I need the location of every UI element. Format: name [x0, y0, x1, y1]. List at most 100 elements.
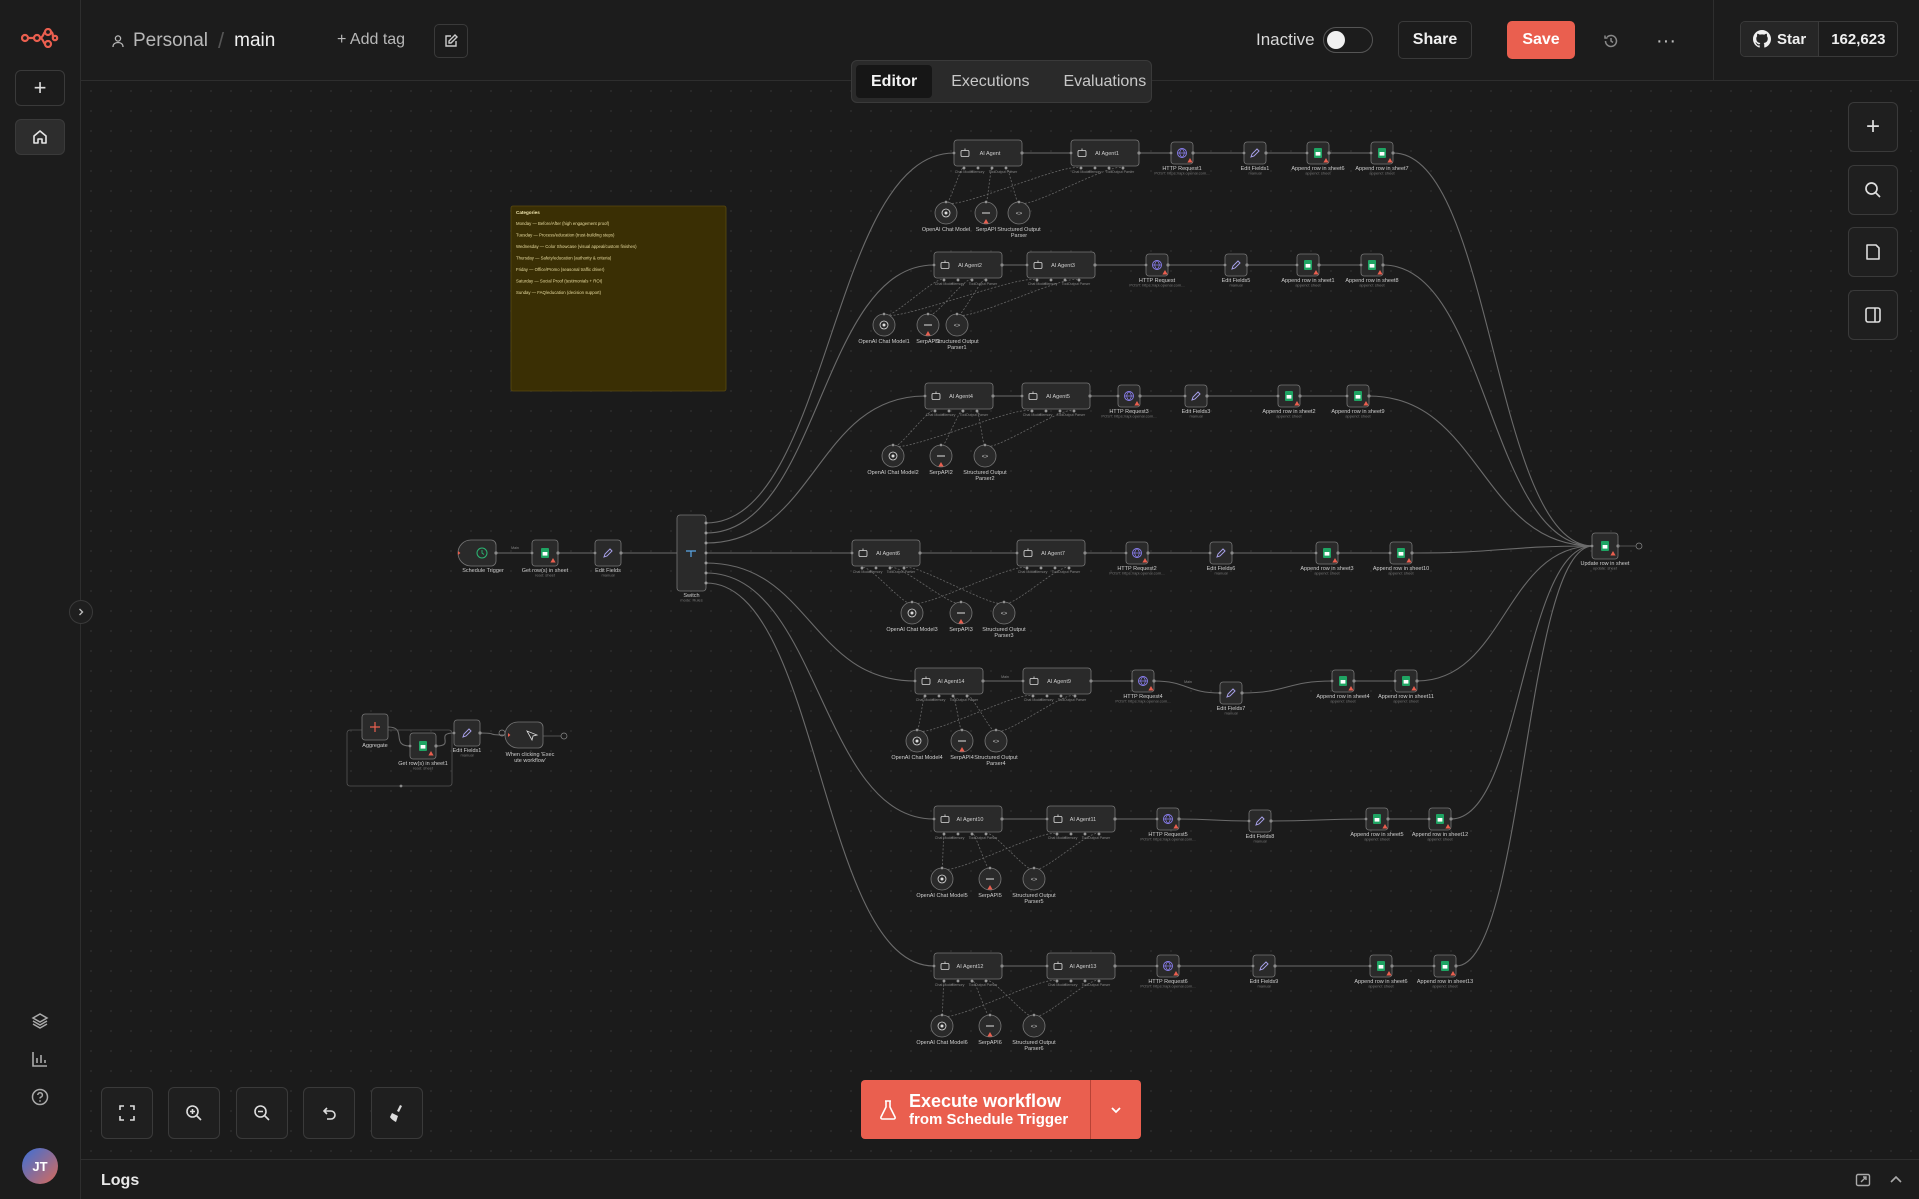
workflow-name[interactable]: main [234, 30, 275, 52]
ai-agent-node[interactable]: AI Agent7Chat ModelMemory Tool Output Pars… [1015, 539, 1087, 574]
output-parser-node[interactable]: <>Structured OutputParser1 [935, 312, 979, 351]
output-handle[interactable] [1415, 679, 1419, 683]
ai-agent-node[interactable]: AI Agent2Chat ModelMemory Tool Output Pars… [932, 251, 1004, 286]
output-handle[interactable] [1000, 263, 1004, 267]
output-handle[interactable] [1138, 394, 1142, 398]
http-request-node[interactable]: HTTP Request6POST: https://api.openai.co… [1140, 954, 1196, 989]
node-box[interactable] [1219, 681, 1243, 705]
input-handle[interactable] [850, 551, 854, 555]
output-handle[interactable] [1449, 817, 1453, 821]
input-handle[interactable] [1116, 394, 1120, 398]
output-handle[interactable] [1317, 263, 1321, 267]
append-row-node[interactable]: Append row in sheet12append: sheet [1412, 807, 1468, 842]
append-row-node[interactable]: Append row in sheet11append: sheet [1378, 669, 1434, 704]
output-handle[interactable] [1245, 263, 1249, 267]
input-handle[interactable] [923, 394, 927, 398]
output-handle[interactable] [1166, 263, 1170, 267]
output-handle[interactable] [1391, 151, 1395, 155]
sticky-note[interactable]: Categories Monday — Before/After (high e… [510, 205, 727, 392]
append-row-node[interactable]: Append row in sheet7append: sheet [1355, 141, 1409, 176]
http-request-node[interactable]: HTTP Request3POST: https://api.openai.co… [1101, 384, 1157, 419]
http-request-node[interactable]: HTTP Request2POST: https://api.openai.co… [1109, 541, 1165, 576]
input-handle[interactable] [932, 817, 936, 821]
home-button[interactable] [15, 119, 65, 155]
node-box[interactable] [1248, 809, 1272, 833]
input-handle[interactable] [1330, 679, 1334, 683]
input-handle[interactable] [452, 731, 456, 735]
switch-output-handle[interactable] [704, 531, 708, 535]
output-parser-node[interactable]: <>Structured OutputParser4 [974, 728, 1018, 767]
output-handle[interactable] [1083, 551, 1087, 555]
switch-output-handle[interactable] [704, 581, 708, 585]
add-sticky-button[interactable] [1848, 227, 1898, 277]
output-handle[interactable] [1327, 151, 1331, 155]
input-handle[interactable] [1021, 679, 1025, 683]
http-request-node[interactable]: HTTP Request5POST: https://api.openai.co… [1140, 807, 1196, 842]
edit-fields-node[interactable]: Edit Fields3manual [1182, 384, 1211, 419]
switch-output-handle[interactable] [704, 521, 708, 525]
output-handle[interactable] [1352, 679, 1356, 683]
output-handle[interactable] [981, 679, 985, 683]
output-handle[interactable] [478, 731, 482, 735]
output-handle[interactable] [1454, 964, 1458, 968]
output-handle[interactable] [619, 551, 623, 555]
switch-output-handle[interactable] [704, 551, 708, 555]
input-handle[interactable] [932, 964, 936, 968]
append-row-node[interactable]: Append row in sheet8append: sheet [1345, 253, 1399, 288]
output-handle[interactable] [1177, 964, 1181, 968]
ai-agent-node[interactable]: AI Agent13Chat ModelMemory Tool Output Par… [1045, 952, 1117, 987]
output-handle[interactable] [1177, 817, 1181, 821]
output-handle[interactable] [1000, 817, 1004, 821]
input-handle[interactable] [1242, 151, 1246, 155]
edit-fields-node[interactable]: Edit Fields8manual [1246, 809, 1275, 844]
output-parser-node[interactable]: <>Structured OutputParser5 [1012, 866, 1056, 905]
input-handle[interactable] [1223, 263, 1227, 267]
search-nodes-button[interactable] [1848, 165, 1898, 215]
append-row-node[interactable]: Append row in sheet10append: sheet [1373, 541, 1429, 576]
http-request-node[interactable]: HTTP RequestPOST: https://api.openai.com… [1129, 253, 1185, 288]
ai-agent-node[interactable]: AI AgentChat ModelMemory Tool Output Parse… [952, 139, 1024, 174]
input-handle[interactable] [1359, 263, 1363, 267]
workflow-canvas[interactable]: Categories Monday — Before/After (high e… [81, 81, 1919, 1159]
append-row-node[interactable]: Append row in sheet2append: sheet [1262, 384, 1316, 419]
output-handle[interactable] [1367, 394, 1371, 398]
help-button[interactable] [24, 1081, 56, 1113]
output-handle[interactable] [1000, 964, 1004, 968]
add-node-button[interactable]: + [1848, 102, 1898, 152]
input-handle[interactable] [1276, 394, 1280, 398]
http-request-node[interactable]: HTTP Request4POST: https://api.openai.co… [1115, 669, 1171, 704]
ai-agent-node[interactable]: AI Agent9Chat ModelMemory Tool Output Pars… [1021, 667, 1093, 702]
ai-agent-node[interactable]: AI Agent14Chat ModelMemory Tool Output Par… [913, 667, 985, 702]
switch-output-handle[interactable] [704, 541, 708, 545]
serpapi-node[interactable]: SerpAPI4 [950, 728, 974, 761]
node-box[interactable] [1184, 384, 1208, 408]
append-row-node[interactable]: Append row in sheet13append: sheet [1417, 954, 1473, 989]
node-box[interactable] [1209, 541, 1233, 565]
input-handle[interactable] [593, 551, 597, 555]
output-handle[interactable] [1410, 551, 1414, 555]
input-handle[interactable] [1314, 551, 1318, 555]
input-handle[interactable] [1590, 544, 1594, 548]
input-handle[interactable] [1369, 151, 1373, 155]
fit-view-button[interactable] [101, 1087, 153, 1139]
output-handle[interactable] [1336, 551, 1340, 555]
serpapi-node[interactable]: SerpAPI6 [978, 1013, 1002, 1046]
github-star-button[interactable]: Star 162,623 [1740, 21, 1899, 57]
ai-agent-node[interactable]: AI Agent10Chat ModelMemory Tool Output Par… [932, 805, 1004, 840]
tab-evaluations[interactable]: Evaluations [1048, 65, 1161, 98]
output-handle[interactable] [1146, 551, 1150, 555]
output-handle[interactable] [1191, 151, 1195, 155]
output-parser-node[interactable]: <>Structured OutputParser6 [1012, 1013, 1056, 1052]
output-handle[interactable] [991, 394, 995, 398]
edit-fields-node[interactable]: Edit Fieldsmanual [593, 539, 623, 578]
add-tag-button[interactable]: + Add tag [337, 31, 405, 49]
input-handle[interactable] [1045, 817, 1049, 821]
input-handle[interactable] [1025, 263, 1029, 267]
ai-agent-node[interactable]: AI Agent11Chat ModelMemory Tool Output Par… [1045, 805, 1117, 840]
append-row-node[interactable]: Append row in sheet6append: sheet [1354, 954, 1408, 989]
ai-agent-node[interactable]: AI Agent3Chat ModelMemory Tool Output Pars… [1025, 251, 1097, 286]
get-rows-node[interactable]: Get row(s) in sheetread: sheet [522, 539, 569, 578]
activate-toggle[interactable] [1323, 27, 1373, 53]
undo-button[interactable] [303, 1087, 355, 1139]
output-handle[interactable] [556, 551, 560, 555]
